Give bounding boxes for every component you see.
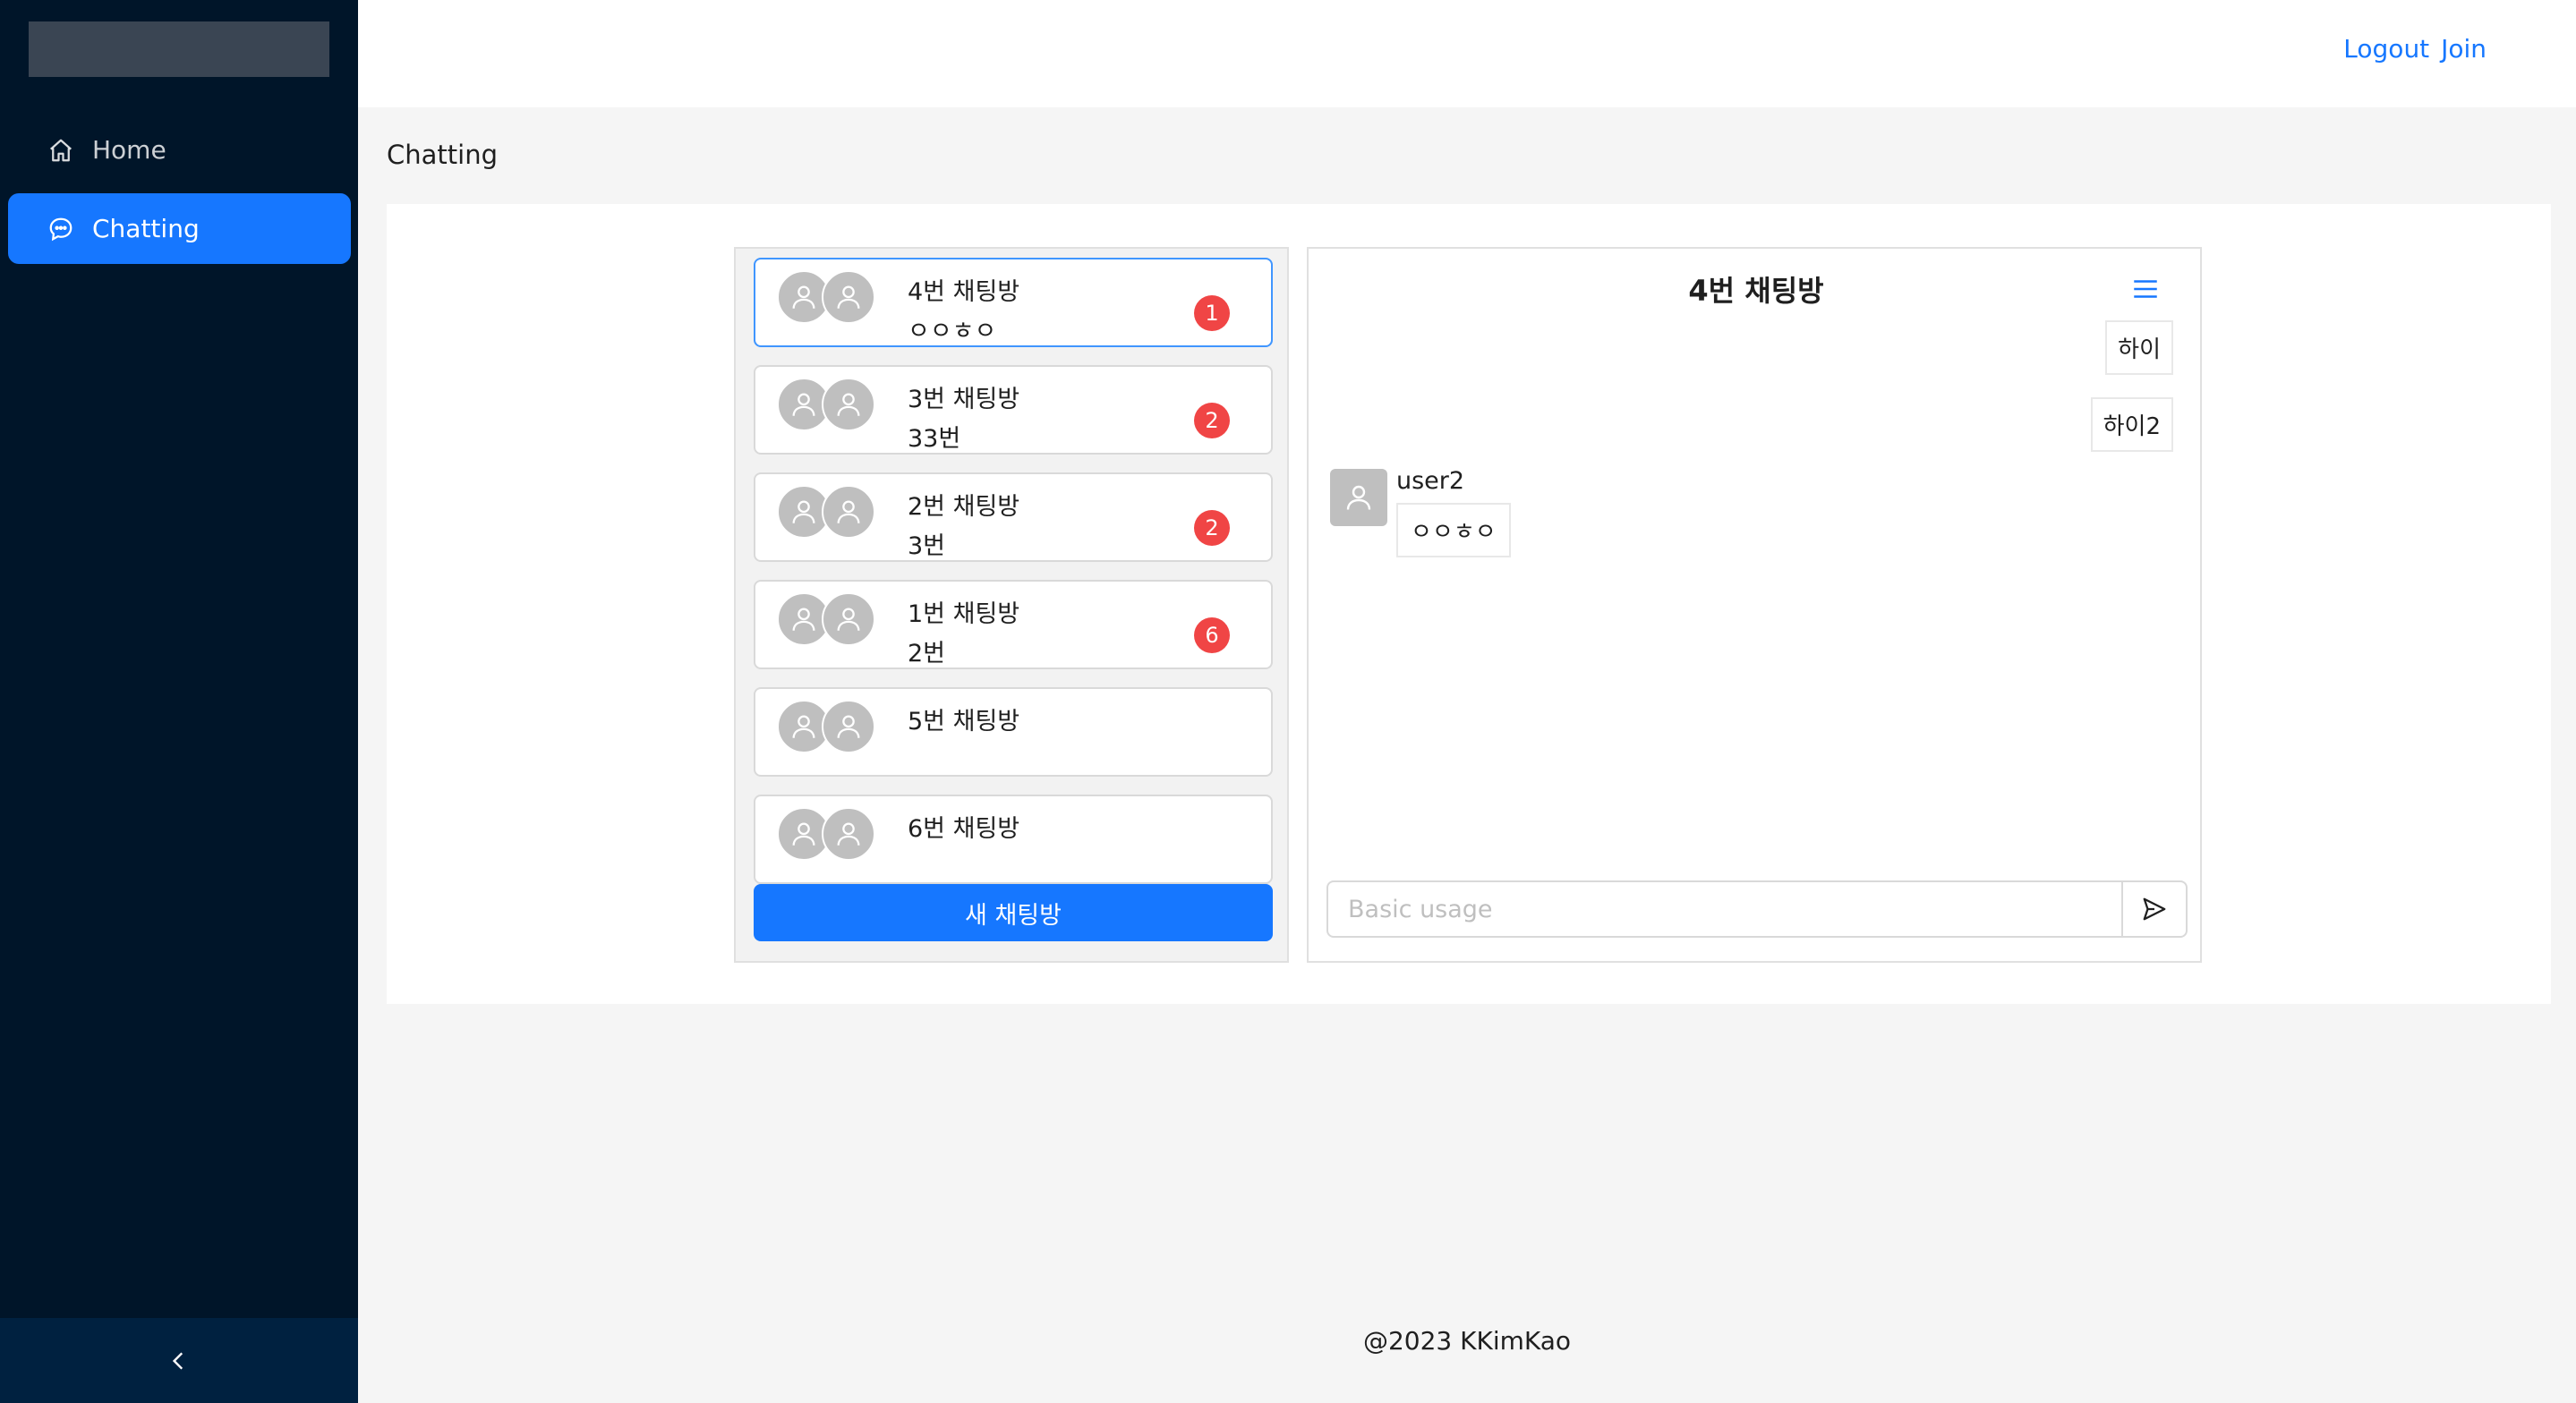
unread-badge: 6 <box>1194 617 1230 653</box>
room-last-message: 3번 <box>908 532 946 560</box>
user-icon <box>792 285 815 309</box>
room-item[interactable]: 4번 채팅방 ㅇㅇㅎㅇ 1 <box>754 258 1273 347</box>
room-last-message: 2번 <box>908 640 946 667</box>
room-title: 5번 채팅방 <box>908 708 1020 736</box>
send-icon <box>2143 897 2166 921</box>
menu-icon[interactable] <box>2130 274 2161 304</box>
user-icon <box>837 715 860 738</box>
user-icon <box>792 608 815 631</box>
unread-badge: 2 <box>1194 403 1230 438</box>
avatar <box>822 270 875 324</box>
my-message: 하이 <box>2105 320 2173 375</box>
room-title: 3번 채팅방 <box>908 386 1020 413</box>
user-icon <box>837 608 860 631</box>
avatar <box>822 485 875 539</box>
logout-link[interactable]: Logout <box>2343 34 2429 64</box>
send-button[interactable] <box>2121 880 2188 938</box>
sidebar: Home Chatting <box>0 0 358 1403</box>
user-icon <box>1346 485 1371 510</box>
room-title: 1번 채팅방 <box>908 600 1020 628</box>
room-last-message: 33번 <box>908 425 961 453</box>
avatar <box>822 700 875 753</box>
user-icon <box>792 715 815 738</box>
sidebar-item-chatting[interactable]: Chatting <box>8 193 351 264</box>
logo[interactable] <box>29 21 329 77</box>
avatar <box>1330 469 1387 526</box>
header: Logout Join <box>358 0 2576 107</box>
sidebar-item-label: Home <box>92 135 166 165</box>
user-icon <box>792 500 815 523</box>
room-title: 2번 채팅방 <box>908 493 1020 521</box>
room-item[interactable]: 3번 채팅방 33번 2 <box>754 365 1273 455</box>
home-icon <box>50 139 72 161</box>
user-icon <box>837 822 860 846</box>
room-last-message: ㅇㅇㅎㅇ <box>908 318 997 345</box>
unread-badge: 1 <box>1194 295 1230 331</box>
sidebar-item-label: Chatting <box>92 214 200 243</box>
my-message: 하이2 <box>2090 397 2173 452</box>
unread-badge: 2 <box>1194 510 1230 546</box>
other-message: ㅇㅇㅎㅇ <box>1396 503 1511 557</box>
join-link[interactable]: Join <box>2441 34 2486 64</box>
breadcrumb: Chatting <box>387 140 498 170</box>
message-icon <box>49 217 73 241</box>
avatar <box>822 592 875 646</box>
message-input[interactable] <box>1326 880 2123 938</box>
room-list-panel: 4번 채팅방 ㅇㅇㅎㅇ 1 3번 채팅방 33번 2 2번 채팅방 3번 2 1… <box>734 247 1289 963</box>
room-item[interactable]: 2번 채팅방 3번 2 <box>754 472 1273 562</box>
user-icon <box>792 393 815 416</box>
message-username: user2 <box>1396 467 1465 495</box>
room-item[interactable]: 1번 채팅방 2번 6 <box>754 580 1273 669</box>
room-item[interactable]: 6번 채팅방 <box>754 795 1273 884</box>
avatar <box>822 807 875 861</box>
user-icon <box>837 500 860 523</box>
user-icon <box>837 285 860 309</box>
room-item[interactable]: 5번 채팅방 <box>754 687 1273 777</box>
footer: @2023 KKimKao <box>1362 1326 1572 1356</box>
chevron-left-icon <box>172 1351 183 1370</box>
user-icon <box>837 393 860 416</box>
chat-room-title: 4번 채팅방 <box>1688 274 1824 308</box>
room-title: 6번 채팅방 <box>908 815 1020 843</box>
new-chat-room-button[interactable]: 새 채팅방 <box>754 884 1273 941</box>
chat-panel: 4번 채팅방 하이 하이2 user2 ㅇㅇㅎㅇ <box>1307 247 2202 963</box>
header-links: Logout Join <box>2340 34 2486 64</box>
user-icon <box>792 822 815 846</box>
sidebar-collapse-button[interactable] <box>0 1318 358 1403</box>
avatar <box>822 378 875 431</box>
room-title: 4번 채팅방 <box>908 278 1020 306</box>
sidebar-item-home[interactable]: Home <box>8 115 351 185</box>
